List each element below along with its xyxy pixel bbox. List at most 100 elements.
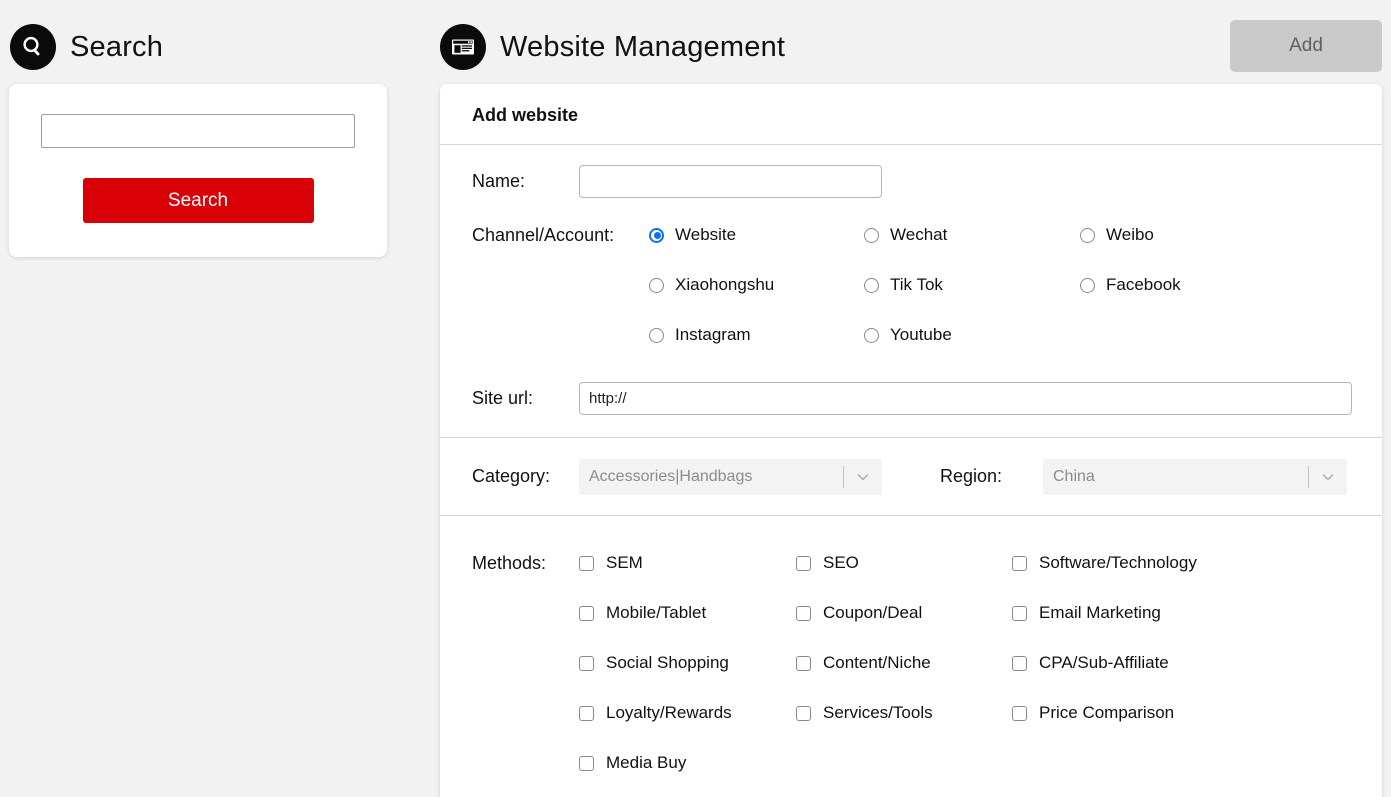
checkbox-cpa-sub-affiliate-label: CPA/Sub-Affiliate: [1039, 653, 1169, 672]
radio-option-youtube[interactable]: Youtube: [864, 325, 1080, 345]
checkbox-coupon-deal-icon[interactable]: [796, 605, 811, 621]
channel-row-1: Channel/Account: Website Wechat Weibo: [472, 210, 1382, 260]
radio-facebook-label: Facebook: [1106, 275, 1181, 294]
checkbox-email-marketing-icon[interactable]: [1012, 605, 1027, 621]
checkbox-software-technology-icon[interactable]: [1012, 555, 1027, 571]
checkbox-sem-icon[interactable]: [579, 555, 594, 571]
radio-tiktok-icon[interactable]: [864, 277, 879, 293]
radio-wechat-label: Wechat: [890, 225, 948, 244]
checkbox-media-buy-icon[interactable]: [579, 755, 594, 771]
main-title: Website Management: [500, 30, 786, 63]
radio-tiktok-label: Tik Tok: [890, 275, 943, 294]
name-label: Name:: [472, 171, 526, 191]
checkbox-services-tools-label: Services/Tools: [823, 703, 933, 722]
checkbox-email-marketing-label: Email Marketing: [1039, 603, 1161, 622]
radio-website-label: Website: [675, 225, 737, 244]
category-value: Accessories|Handbags: [589, 467, 753, 485]
checkbox-software-technology-label: Software/Technology: [1039, 553, 1197, 572]
main-header: Website Management Add: [440, 0, 1391, 72]
category-region-row: Category: Accessories|Handbags Region: C…: [440, 438, 1382, 515]
card-title: Add website: [440, 84, 1382, 145]
site-url-label: Site url:: [472, 388, 534, 408]
name-row: Name:: [440, 145, 1382, 198]
checkbox-loyalty-rewards-icon[interactable]: [579, 705, 594, 721]
radio-weibo-icon[interactable]: [1080, 227, 1095, 243]
radio-option-weibo[interactable]: Weibo: [1080, 225, 1280, 245]
checkbox-option-media-buy[interactable]: Media Buy: [579, 753, 796, 773]
checkbox-option-seo[interactable]: SEO: [796, 553, 1012, 573]
checkbox-option-sem[interactable]: SEM: [579, 553, 796, 573]
checkbox-option-mobile-tablet[interactable]: Mobile/Tablet: [579, 603, 796, 623]
chevron-down-icon[interactable]: [1309, 469, 1347, 485]
radio-website-icon[interactable]: [649, 227, 664, 243]
add-website-card: Add website Name: Channel/Account: Websi…: [440, 84, 1382, 797]
region-select[interactable]: China: [1043, 458, 1347, 495]
methods-row-4: Loyalty/Rewards Services/Tools Price Com…: [472, 688, 1382, 738]
radio-option-wechat[interactable]: Wechat: [864, 225, 1080, 245]
name-input[interactable]: [579, 165, 882, 198]
basic-info-section: Name: Channel/Account: Website Wechat We…: [440, 145, 1382, 438]
checkbox-option-coupon-deal[interactable]: Coupon/Deal: [796, 603, 1012, 623]
methods-row-3: Social Shopping Content/Niche CPA/Sub-Af…: [472, 638, 1382, 688]
radio-option-xiaohongshu[interactable]: Xiaohongshu: [649, 275, 864, 295]
search-input[interactable]: [41, 114, 355, 148]
checkbox-seo-icon[interactable]: [796, 555, 811, 571]
radio-option-facebook[interactable]: Facebook: [1080, 275, 1280, 295]
channel-row-3: Instagram Youtube: [472, 310, 1382, 360]
radio-youtube-label: Youtube: [890, 325, 952, 344]
checkbox-option-cpa-sub-affiliate[interactable]: CPA/Sub-Affiliate: [1012, 653, 1272, 673]
checkbox-social-shopping-icon[interactable]: [579, 655, 594, 671]
checkbox-coupon-deal-label: Coupon/Deal: [823, 603, 923, 622]
region-value: China: [1053, 467, 1095, 485]
search-panel-header: Search: [0, 0, 396, 72]
site-url-input[interactable]: [579, 382, 1352, 415]
checkbox-option-software-technology[interactable]: Software/Technology: [1012, 553, 1272, 573]
checkbox-cpa-sub-affiliate-icon[interactable]: [1012, 655, 1027, 671]
methods-row-5: Media Buy: [472, 738, 1382, 788]
checkbox-loyalty-rewards-label: Loyalty/Rewards: [606, 703, 732, 722]
checkbox-option-content-niche[interactable]: Content/Niche: [796, 653, 1012, 673]
checkbox-content-niche-icon[interactable]: [796, 655, 811, 671]
category-region-section: Category: Accessories|Handbags Region: C…: [440, 438, 1382, 516]
search-button[interactable]: Search: [82, 178, 314, 223]
checkbox-option-loyalty-rewards[interactable]: Loyalty/Rewards: [579, 703, 796, 723]
channel-account-group: Channel/Account: Website Wechat Weibo Xi…: [440, 198, 1382, 374]
radio-xiaohongshu-icon[interactable]: [649, 277, 664, 293]
checkbox-content-niche-label: Content/Niche: [823, 653, 931, 672]
checkbox-option-social-shopping[interactable]: Social Shopping: [579, 653, 796, 673]
radio-wechat-icon[interactable]: [864, 227, 879, 243]
channel-row-2: Xiaohongshu Tik Tok Facebook: [472, 260, 1382, 310]
checkbox-services-tools-icon[interactable]: [796, 705, 811, 721]
checkbox-media-buy-label: Media Buy: [606, 753, 687, 772]
methods-row-2: Mobile/Tablet Coupon/Deal Email Marketin…: [472, 588, 1382, 638]
radio-option-instagram[interactable]: Instagram: [649, 325, 864, 345]
checkbox-price-comparison-label: Price Comparison: [1039, 703, 1175, 722]
radio-youtube-icon[interactable]: [864, 327, 879, 343]
checkbox-mobile-tablet-icon[interactable]: [579, 605, 594, 621]
checkbox-option-services-tools[interactable]: Services/Tools: [796, 703, 1012, 723]
chevron-down-icon[interactable]: [844, 469, 882, 485]
category-label: Category:: [472, 466, 551, 486]
radio-option-tiktok[interactable]: Tik Tok: [864, 275, 1080, 295]
checkbox-social-shopping-label: Social Shopping: [606, 653, 729, 672]
search-panel-title: Search: [70, 30, 164, 63]
radio-facebook-icon[interactable]: [1080, 277, 1095, 293]
radio-instagram-icon[interactable]: [649, 327, 664, 343]
radio-option-website[interactable]: Website: [649, 225, 864, 245]
checkbox-option-email-marketing[interactable]: Email Marketing: [1012, 603, 1272, 623]
search-card: Search: [9, 84, 387, 257]
website-window-icon: [440, 24, 486, 70]
site-url-row: Site url:: [440, 374, 1382, 437]
methods-section: Methods: SEM SEO Software/Technology Mob…: [440, 516, 1382, 797]
radio-instagram-label: Instagram: [675, 325, 751, 344]
region-label: Region:: [940, 466, 1003, 486]
radio-xiaohongshu-label: Xiaohongshu: [675, 275, 775, 294]
checkbox-seo-label: SEO: [823, 553, 859, 572]
radio-weibo-label: Weibo: [1106, 225, 1154, 244]
checkbox-price-comparison-icon[interactable]: [1012, 705, 1027, 721]
add-button[interactable]: Add: [1230, 20, 1382, 72]
checkbox-sem-label: SEM: [606, 553, 643, 572]
app-root: Search Search Website Management Add Add…: [0, 0, 1391, 797]
checkbox-option-price-comparison[interactable]: Price Comparison: [1012, 703, 1272, 723]
category-select[interactable]: Accessories|Handbags: [579, 458, 882, 495]
